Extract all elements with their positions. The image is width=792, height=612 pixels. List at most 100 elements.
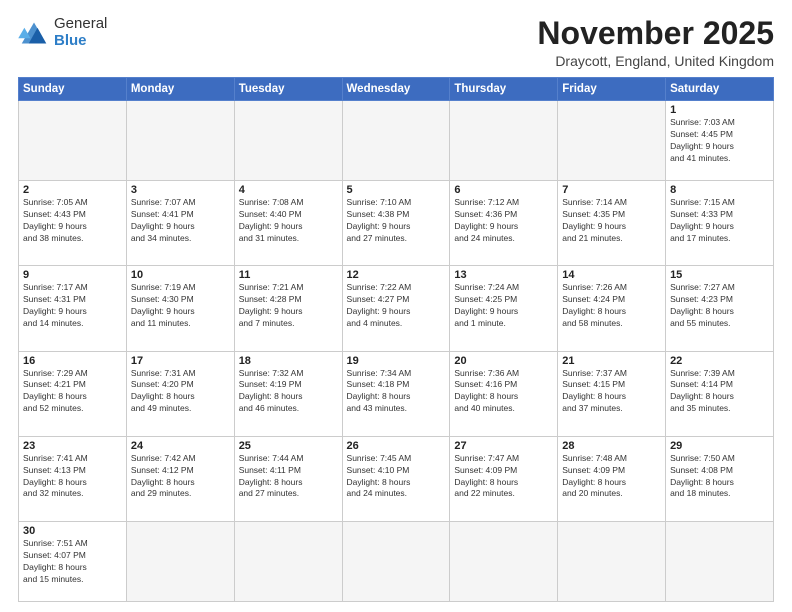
calendar-cell: 7Sunrise: 7:14 AM Sunset: 4:35 PM Daylig… [558, 181, 666, 266]
day-info: Sunrise: 7:50 AM Sunset: 4:08 PM Dayligh… [670, 453, 769, 501]
calendar-cell: 26Sunrise: 7:45 AM Sunset: 4:10 PM Dayli… [342, 436, 450, 521]
day-info: Sunrise: 7:21 AM Sunset: 4:28 PM Dayligh… [239, 282, 338, 330]
day-number: 30 [23, 525, 122, 537]
day-number: 3 [131, 184, 230, 196]
page-subtitle: Draycott, England, United Kingdom [537, 53, 774, 69]
calendar-cell: 24Sunrise: 7:42 AM Sunset: 4:12 PM Dayli… [126, 436, 234, 521]
day-info: Sunrise: 7:41 AM Sunset: 4:13 PM Dayligh… [23, 453, 122, 501]
day-number: 8 [670, 184, 769, 196]
day-info: Sunrise: 7:51 AM Sunset: 4:07 PM Dayligh… [23, 538, 122, 586]
day-info: Sunrise: 7:42 AM Sunset: 4:12 PM Dayligh… [131, 453, 230, 501]
day-number: 19 [347, 355, 446, 367]
weekday-header-row: SundayMondayTuesdayWednesdayThursdayFrid… [19, 78, 774, 101]
calendar-cell: 6Sunrise: 7:12 AM Sunset: 4:36 PM Daylig… [450, 181, 558, 266]
weekday-tuesday: Tuesday [234, 78, 342, 101]
calendar-cell: 22Sunrise: 7:39 AM Sunset: 4:14 PM Dayli… [666, 351, 774, 436]
calendar-cell [126, 101, 234, 181]
weekday-thursday: Thursday [450, 78, 558, 101]
day-info: Sunrise: 7:07 AM Sunset: 4:41 PM Dayligh… [131, 197, 230, 245]
day-number: 26 [347, 440, 446, 452]
calendar-row-1: 2Sunrise: 7:05 AM Sunset: 4:43 PM Daylig… [19, 181, 774, 266]
header: General Blue November 2025 Draycott, Eng… [18, 16, 774, 69]
day-number: 24 [131, 440, 230, 452]
day-number: 13 [454, 269, 553, 281]
calendar-cell: 14Sunrise: 7:26 AM Sunset: 4:24 PM Dayli… [558, 266, 666, 351]
calendar-cell: 4Sunrise: 7:08 AM Sunset: 4:40 PM Daylig… [234, 181, 342, 266]
calendar-cell: 29Sunrise: 7:50 AM Sunset: 4:08 PM Dayli… [666, 436, 774, 521]
logo-text: General Blue [54, 16, 107, 49]
calendar-cell [450, 101, 558, 181]
calendar-cell: 15Sunrise: 7:27 AM Sunset: 4:23 PM Dayli… [666, 266, 774, 351]
calendar-row-2: 9Sunrise: 7:17 AM Sunset: 4:31 PM Daylig… [19, 266, 774, 351]
calendar-page: General Blue November 2025 Draycott, Eng… [0, 0, 792, 612]
day-info: Sunrise: 7:08 AM Sunset: 4:40 PM Dayligh… [239, 197, 338, 245]
day-number: 25 [239, 440, 338, 452]
calendar-cell: 19Sunrise: 7:34 AM Sunset: 4:18 PM Dayli… [342, 351, 450, 436]
day-number: 6 [454, 184, 553, 196]
weekday-saturday: Saturday [666, 78, 774, 101]
day-info: Sunrise: 7:29 AM Sunset: 4:21 PM Dayligh… [23, 368, 122, 416]
calendar-cell: 28Sunrise: 7:48 AM Sunset: 4:09 PM Dayli… [558, 436, 666, 521]
weekday-monday: Monday [126, 78, 234, 101]
day-info: Sunrise: 7:24 AM Sunset: 4:25 PM Dayligh… [454, 282, 553, 330]
calendar-cell [342, 101, 450, 181]
page-title: November 2025 [537, 16, 774, 51]
calendar-cell [450, 522, 558, 602]
calendar-cell [558, 101, 666, 181]
day-info: Sunrise: 7:39 AM Sunset: 4:14 PM Dayligh… [670, 368, 769, 416]
calendar-cell: 8Sunrise: 7:15 AM Sunset: 4:33 PM Daylig… [666, 181, 774, 266]
calendar-row-5: 30Sunrise: 7:51 AM Sunset: 4:07 PM Dayli… [19, 522, 774, 602]
day-number: 14 [562, 269, 661, 281]
day-number: 15 [670, 269, 769, 281]
day-info: Sunrise: 7:17 AM Sunset: 4:31 PM Dayligh… [23, 282, 122, 330]
day-info: Sunrise: 7:48 AM Sunset: 4:09 PM Dayligh… [562, 453, 661, 501]
calendar-row-0: 1Sunrise: 7:03 AM Sunset: 4:45 PM Daylig… [19, 101, 774, 181]
day-number: 22 [670, 355, 769, 367]
calendar-cell: 2Sunrise: 7:05 AM Sunset: 4:43 PM Daylig… [19, 181, 127, 266]
calendar-cell: 3Sunrise: 7:07 AM Sunset: 4:41 PM Daylig… [126, 181, 234, 266]
day-number: 4 [239, 184, 338, 196]
day-number: 5 [347, 184, 446, 196]
day-info: Sunrise: 7:10 AM Sunset: 4:38 PM Dayligh… [347, 197, 446, 245]
day-info: Sunrise: 7:27 AM Sunset: 4:23 PM Dayligh… [670, 282, 769, 330]
calendar-cell: 1Sunrise: 7:03 AM Sunset: 4:45 PM Daylig… [666, 101, 774, 181]
day-info: Sunrise: 7:03 AM Sunset: 4:45 PM Dayligh… [670, 117, 769, 165]
day-info: Sunrise: 7:26 AM Sunset: 4:24 PM Dayligh… [562, 282, 661, 330]
day-info: Sunrise: 7:05 AM Sunset: 4:43 PM Dayligh… [23, 197, 122, 245]
day-info: Sunrise: 7:34 AM Sunset: 4:18 PM Dayligh… [347, 368, 446, 416]
day-number: 20 [454, 355, 553, 367]
day-info: Sunrise: 7:32 AM Sunset: 4:19 PM Dayligh… [239, 368, 338, 416]
calendar-cell [126, 522, 234, 602]
day-number: 1 [670, 104, 769, 116]
day-number: 17 [131, 355, 230, 367]
weekday-wednesday: Wednesday [342, 78, 450, 101]
day-number: 10 [131, 269, 230, 281]
day-info: Sunrise: 7:14 AM Sunset: 4:35 PM Dayligh… [562, 197, 661, 245]
weekday-friday: Friday [558, 78, 666, 101]
day-number: 11 [239, 269, 338, 281]
calendar-table: SundayMondayTuesdayWednesdayThursdayFrid… [18, 77, 774, 602]
day-number: 12 [347, 269, 446, 281]
calendar-cell: 20Sunrise: 7:36 AM Sunset: 4:16 PM Dayli… [450, 351, 558, 436]
day-info: Sunrise: 7:36 AM Sunset: 4:16 PM Dayligh… [454, 368, 553, 416]
day-number: 2 [23, 184, 122, 196]
calendar-cell [666, 522, 774, 602]
day-number: 9 [23, 269, 122, 281]
calendar-cell: 25Sunrise: 7:44 AM Sunset: 4:11 PM Dayli… [234, 436, 342, 521]
calendar-cell: 30Sunrise: 7:51 AM Sunset: 4:07 PM Dayli… [19, 522, 127, 602]
day-info: Sunrise: 7:31 AM Sunset: 4:20 PM Dayligh… [131, 368, 230, 416]
calendar-cell: 21Sunrise: 7:37 AM Sunset: 4:15 PM Dayli… [558, 351, 666, 436]
calendar-cell: 11Sunrise: 7:21 AM Sunset: 4:28 PM Dayli… [234, 266, 342, 351]
title-block: November 2025 Draycott, England, United … [537, 16, 774, 69]
calendar-cell [342, 522, 450, 602]
calendar-cell [234, 101, 342, 181]
calendar-cell [19, 101, 127, 181]
day-info: Sunrise: 7:37 AM Sunset: 4:15 PM Dayligh… [562, 368, 661, 416]
calendar-cell: 27Sunrise: 7:47 AM Sunset: 4:09 PM Dayli… [450, 436, 558, 521]
day-number: 27 [454, 440, 553, 452]
calendar-cell: 10Sunrise: 7:19 AM Sunset: 4:30 PM Dayli… [126, 266, 234, 351]
calendar-cell: 13Sunrise: 7:24 AM Sunset: 4:25 PM Dayli… [450, 266, 558, 351]
calendar-cell: 17Sunrise: 7:31 AM Sunset: 4:20 PM Dayli… [126, 351, 234, 436]
calendar-row-3: 16Sunrise: 7:29 AM Sunset: 4:21 PM Dayli… [19, 351, 774, 436]
day-number: 29 [670, 440, 769, 452]
